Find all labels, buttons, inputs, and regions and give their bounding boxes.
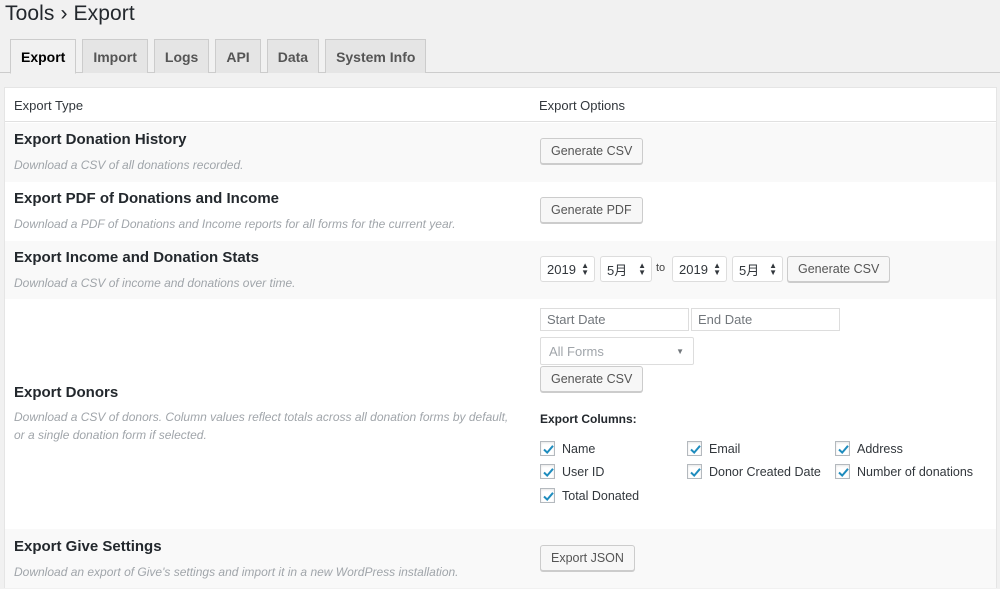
up-down-arrows-icon: ▲ ▼: [581, 261, 589, 277]
checkbox-donor-created-date[interactable]: Donor Created Date: [687, 464, 821, 479]
generate-csv-donors-button[interactable]: Generate CSV: [540, 366, 644, 392]
up-down-arrows-icon: ▲ ▼: [769, 261, 777, 277]
table-header: Export Type Export Options: [5, 88, 996, 122]
generate-csv-stats-button[interactable]: Generate CSV: [787, 256, 891, 282]
row-description: Download an export of Give's settings an…: [14, 565, 459, 579]
end-year-select[interactable]: 2019 ▲ ▼: [672, 256, 727, 282]
row-export-donation-history: Export Donation History Download a CSV o…: [5, 123, 996, 182]
row-export-income-stats: Export Income and Donation Stats Downloa…: [5, 241, 996, 299]
row-export-pdf: Export PDF of Donations and Income Downl…: [5, 182, 996, 241]
tab-api[interactable]: API: [215, 39, 261, 73]
tab-data[interactable]: Data: [266, 39, 320, 73]
row-description: Download a CSV of donors. Column values …: [14, 410, 509, 442]
row-description: Download a CSV of income and donations o…: [14, 276, 296, 290]
checkbox-number-of-donations[interactable]: Number of donations: [835, 464, 973, 479]
tab-import[interactable]: Import: [82, 39, 148, 73]
tab-bar: Export Import Logs API Data System Info: [10, 39, 432, 74]
checkbox-label: Donor Created Date: [709, 464, 821, 479]
end-month-select[interactable]: 5月 ▲ ▼: [732, 256, 783, 282]
checkbox-label: User ID: [562, 464, 605, 479]
up-down-arrows-icon: ▲ ▼: [638, 261, 646, 277]
row-title: Export Income and Donation Stats: [14, 249, 260, 266]
breadcrumb-separator: ›: [60, 2, 68, 25]
checkbox-label: Email: [709, 441, 741, 456]
generate-pdf-button[interactable]: Generate PDF: [540, 197, 643, 223]
row-title: Export Donors: [14, 384, 119, 401]
tab-logs[interactable]: Logs: [153, 39, 210, 73]
checkmark-icon: [835, 441, 850, 456]
row-title: Export Donation History: [14, 131, 187, 148]
checkmark-icon: [835, 464, 850, 479]
page-title: Tools › Export: [5, 2, 135, 26]
tab-system-info[interactable]: System Info: [325, 39, 427, 73]
checkbox-label: Address: [857, 441, 903, 456]
column-header-export-type: Export Type: [14, 98, 84, 113]
caret-down-icon: ▼: [676, 347, 684, 356]
tab-export[interactable]: Export: [10, 39, 77, 74]
start-year-value: 2019: [547, 261, 576, 277]
row-export-give-settings: Export Give Settings Download an export …: [5, 529, 996, 588]
start-month-select[interactable]: 5月 ▲ ▼: [600, 256, 652, 282]
row-description: Download a CSV of all donations recorded…: [14, 158, 244, 172]
row-export-donors: Export Donors Download a CSV of donors. …: [5, 299, 996, 529]
checkmark-icon: [540, 488, 555, 503]
row-description: Download a PDF of Donations and Income r…: [14, 217, 456, 231]
end-date-input[interactable]: End Date: [691, 308, 840, 331]
export-columns-label: Export Columns:: [540, 412, 637, 426]
checkmark-icon: [540, 441, 555, 456]
checkbox-address[interactable]: Address: [835, 441, 903, 456]
checkmark-icon: [687, 464, 702, 479]
start-month-value: 5月: [607, 262, 628, 278]
breadcrumb-page: Export: [73, 2, 135, 25]
column-header-export-options: Export Options: [539, 98, 625, 113]
row-title: Export Give Settings: [14, 538, 162, 555]
row-title: Export PDF of Donations and Income: [14, 190, 280, 207]
checkmark-icon: [687, 441, 702, 456]
generate-csv-history-button[interactable]: Generate CSV: [540, 138, 644, 164]
checkbox-label: Number of donations: [857, 464, 974, 479]
breadcrumb-section[interactable]: Tools: [5, 2, 55, 25]
checkbox-label: Total Donated: [562, 488, 640, 503]
start-date-input[interactable]: Start Date: [540, 308, 689, 331]
checkbox-label: Name: [562, 441, 596, 456]
export-json-button[interactable]: Export JSON: [540, 545, 635, 571]
checkbox-total-donated[interactable]: Total Donated: [540, 488, 639, 503]
checkbox-email[interactable]: Email: [687, 441, 740, 456]
checkmark-icon: [540, 464, 555, 479]
export-table: Export Type Export Options Export Donati…: [4, 87, 997, 588]
start-year-select[interactable]: 2019 ▲ ▼: [540, 256, 595, 282]
end-month-value: 5月: [739, 262, 760, 278]
forms-select-value: All Forms: [549, 343, 604, 359]
checkbox-user-id[interactable]: User ID: [540, 464, 604, 479]
checkbox-name[interactable]: Name: [540, 441, 595, 456]
up-down-arrows-icon: ▲ ▼: [713, 261, 721, 277]
date-range-to-label: to: [656, 262, 666, 274]
end-year-value: 2019: [679, 261, 708, 277]
forms-select[interactable]: All Forms ▼: [540, 337, 694, 365]
